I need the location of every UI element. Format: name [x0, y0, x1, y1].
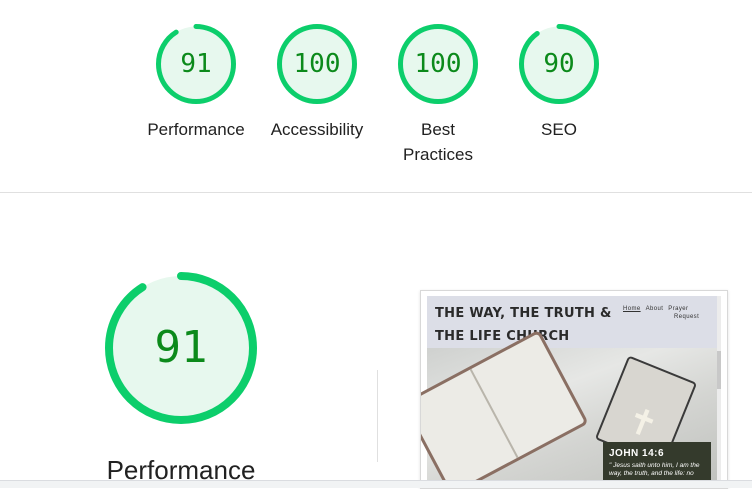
gauge-ring: 100 — [397, 23, 479, 105]
scrollbar-thumb[interactable] — [717, 351, 721, 389]
gauge-label: SEO — [541, 120, 577, 139]
performance-gauge-large: 91 — [104, 271, 258, 425]
gauge-ring: 90 — [518, 23, 600, 105]
vertical-divider — [377, 370, 378, 462]
site-header: THE WAY, THE TRUTH & THE LIFE CHURCH Hom… — [427, 296, 717, 348]
gauge-performance[interactable]: 91 Performance — [136, 23, 256, 142]
gauge-label: Best Practices — [403, 120, 473, 164]
nav-about: About — [645, 306, 664, 312]
gauge-label: Accessibility — [270, 120, 364, 139]
verse-reference: JOHN 14:6 — [609, 448, 665, 459]
performance-score: 91 — [154, 322, 208, 373]
hero-image: ✝ JOHN 14:6 " Jesus saith unto him, I am… — [421, 329, 717, 488]
gauge-seo[interactable]: 90 SEO — [499, 23, 619, 142]
gauge-score: 91 — [180, 49, 212, 79]
gauge-ring: 100 — [276, 23, 358, 105]
section-divider — [0, 192, 752, 193]
thumbnail-scrollbar[interactable] — [717, 296, 721, 488]
verse-text: " Jesus saith unto him, I am the way, th… — [609, 462, 700, 477]
gauge-ring: 91 — [155, 23, 237, 105]
gauge-score: 90 — [543, 49, 575, 79]
gauge-score: 100 — [414, 49, 462, 79]
gauge-score: 100 — [293, 49, 341, 79]
gauge-label: Performance — [147, 120, 245, 139]
score-summary: 91 Performance 100 Accessibility 100 Bes… — [0, 0, 752, 193]
gauge-accessibility[interactable]: 100 Accessibility — [257, 23, 377, 142]
nav-request: Request — [674, 314, 700, 320]
site-nav: Home About Prayer Request — [623, 306, 699, 320]
open-bible-image — [421, 329, 589, 488]
book-gutter — [469, 368, 519, 459]
nav-prayer: Prayer — [668, 306, 689, 312]
gauge-best-practices[interactable]: 100 Best Practices — [378, 23, 498, 167]
page-screenshot-thumbnail[interactable]: THE WAY, THE TRUTH & THE LIFE CHURCH Hom… — [420, 290, 728, 489]
nav-home: Home — [623, 306, 641, 312]
